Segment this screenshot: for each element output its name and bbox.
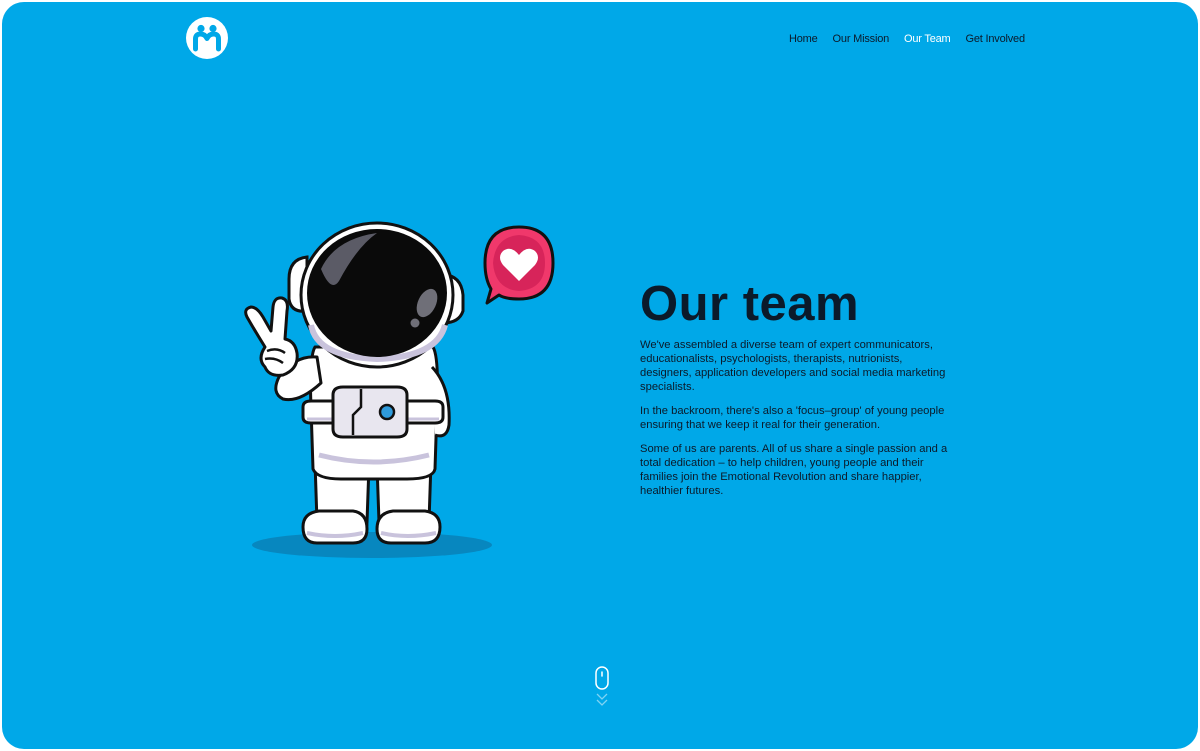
- page-title: Our team: [640, 277, 860, 331]
- family-people-icon: [193, 24, 221, 52]
- mission-paragraph: Some of us are parents. All of us share …: [640, 443, 948, 497]
- nav-home[interactable]: Home: [789, 32, 818, 46]
- backroom-paragraph: In the backroom, there's also a 'focus–g…: [640, 405, 945, 431]
- astronaut-peace-sign-heart-icon: [244, 221, 555, 558]
- team-intro-section: Our team We've assembled a diverse team …: [640, 278, 950, 508]
- nav-our-team[interactable]: Our Team: [904, 32, 951, 46]
- nav-get-involved[interactable]: Get Involved: [966, 32, 1026, 46]
- mouse-scroll-down-icon[interactable]: [592, 666, 612, 716]
- intro-paragraph: We've assembled a diverse team of expert…: [640, 339, 946, 393]
- nav-our-mission[interactable]: Our Mission: [833, 32, 890, 46]
- main-navigation: Home Our Mission Our Team Get Involved: [789, 32, 1025, 46]
- page-background: Home Our Mission Our Team Get Involved O…: [2, 2, 1198, 749]
- site-logo[interactable]: [186, 17, 228, 59]
